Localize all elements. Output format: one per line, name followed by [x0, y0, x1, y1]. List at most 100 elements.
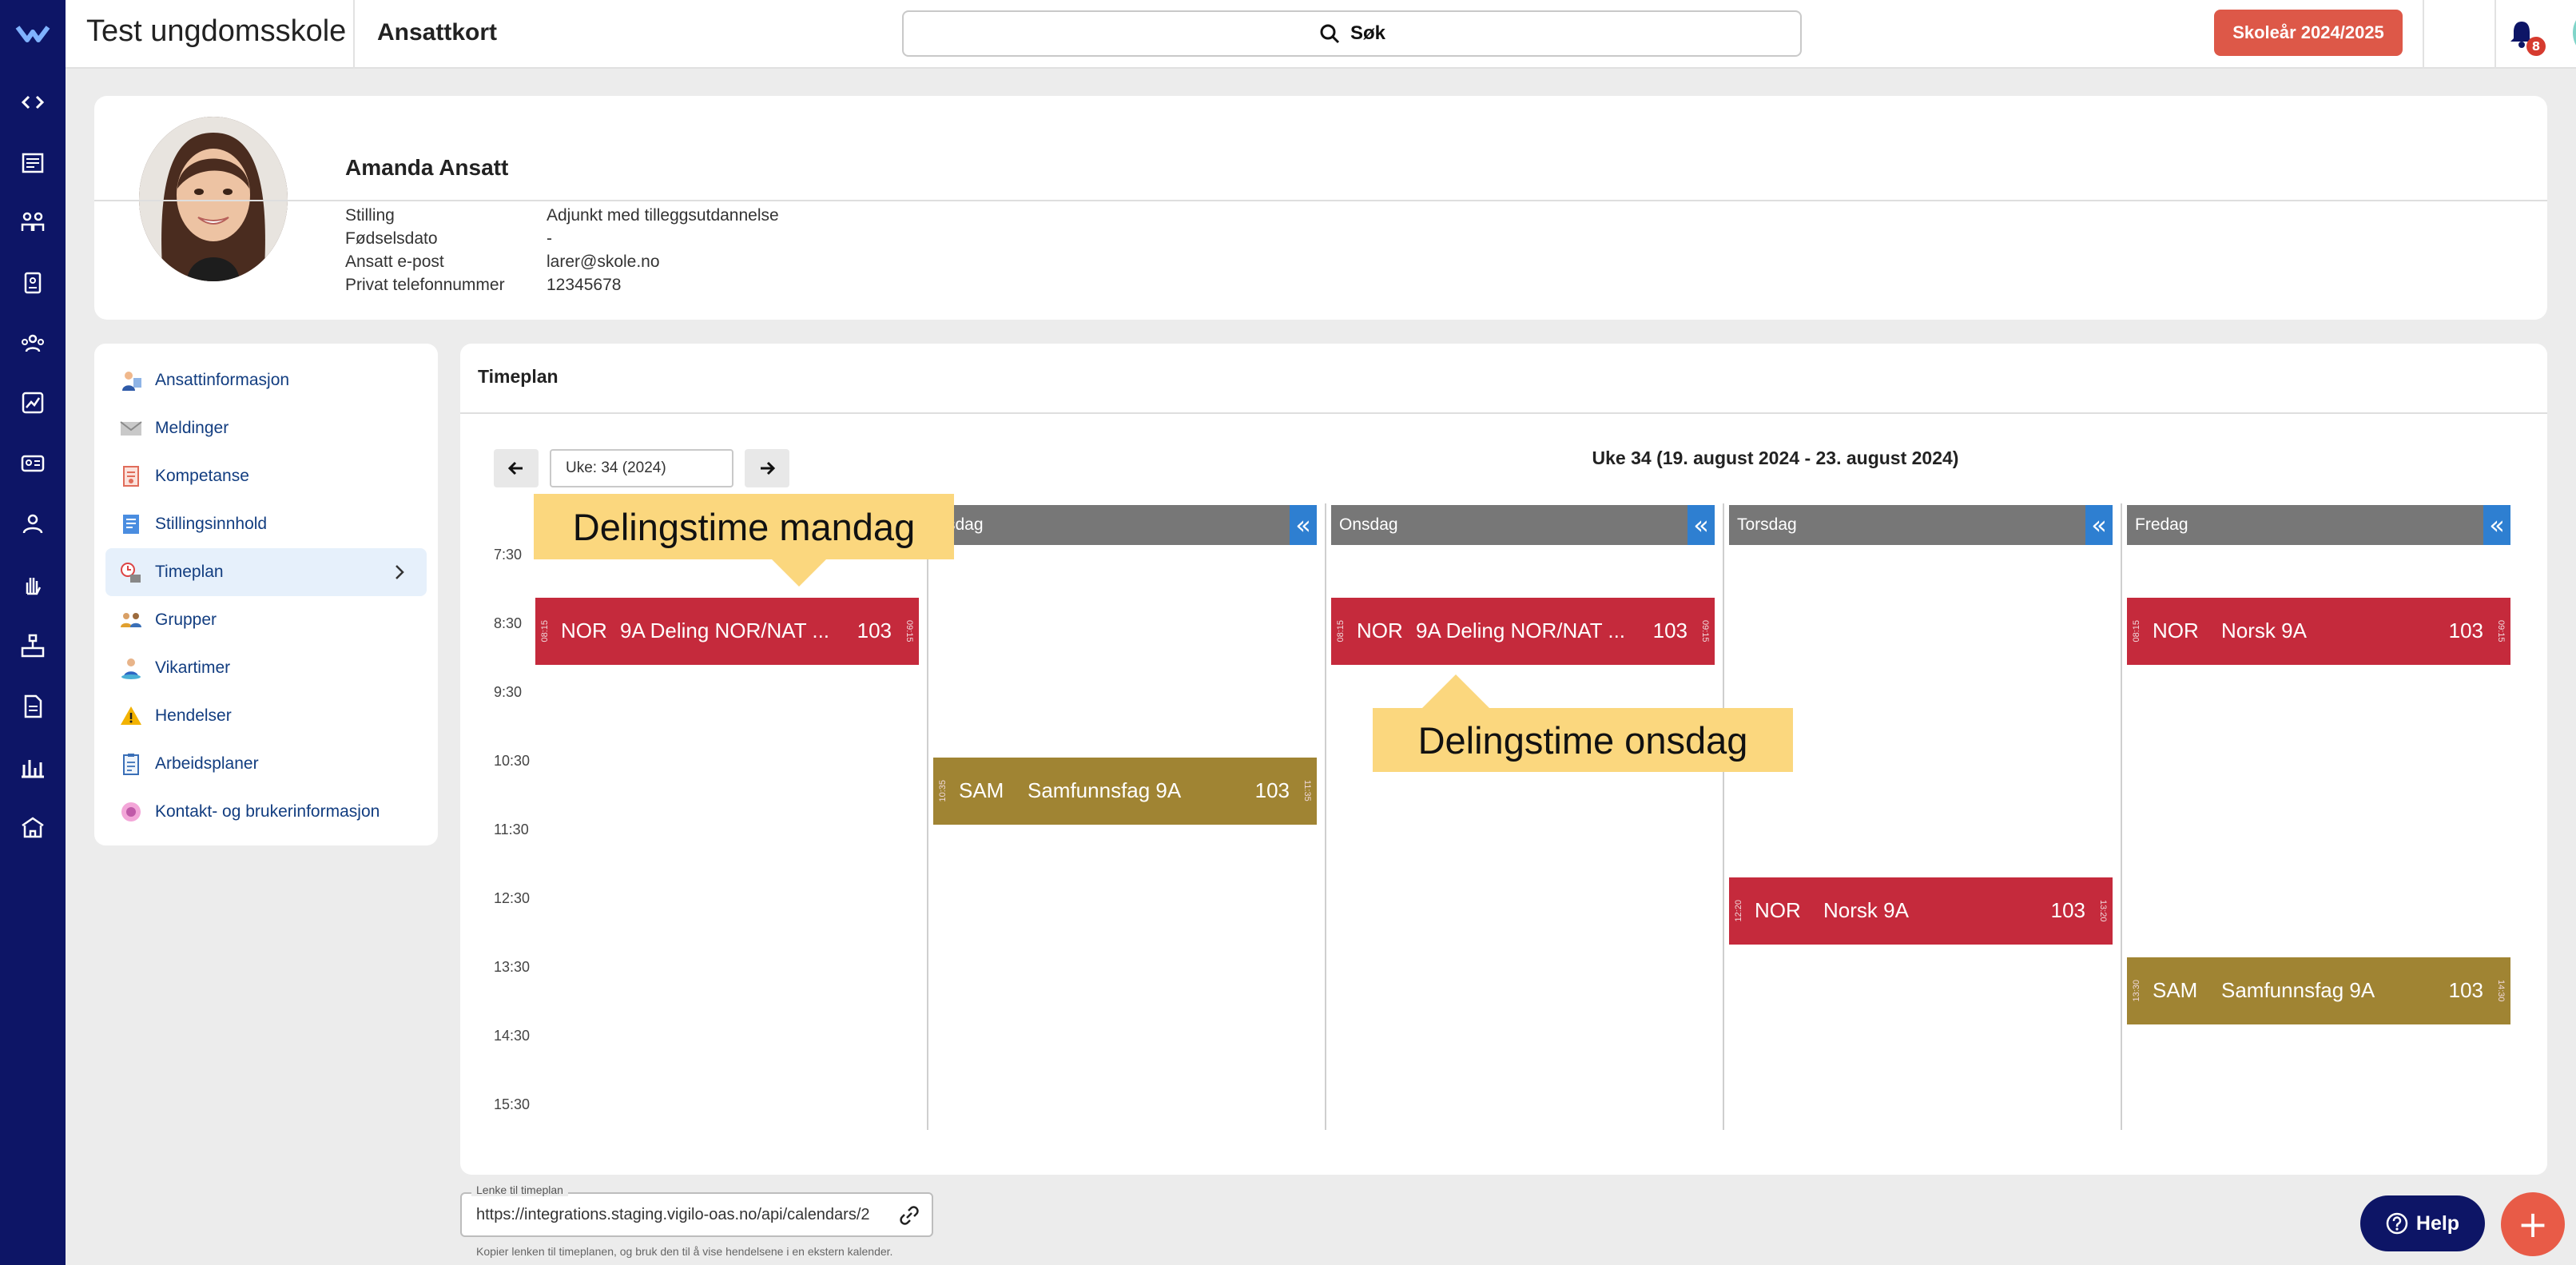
menu-item-kompetanse[interactable]: Kompetanse — [105, 452, 427, 500]
search-bar[interactable]: Søk — [902, 10, 1802, 57]
document-icon[interactable] — [17, 690, 49, 722]
profile-photo — [139, 117, 288, 281]
menu-label: Timeplan — [155, 563, 224, 581]
menu-item-timeplan[interactable]: Timeplan — [105, 548, 427, 596]
menu-item-meldinger[interactable]: Meldinger — [105, 404, 427, 452]
lesson-block[interactable]: 12:20 NOR Norsk 9A 103 13:20 — [1729, 877, 2113, 945]
lesson-end: 09:15 — [1700, 620, 1710, 642]
lesson-start: 08:15 — [2132, 620, 2141, 642]
calendar-link-value[interactable]: https://integrations.staging.vigilo-oas.… — [476, 1206, 892, 1224]
school-year-button[interactable]: Skoleår 2024/2025 — [2214, 10, 2403, 56]
field-value: larer@skole.no — [547, 253, 660, 271]
copy-link-icon[interactable] — [898, 1204, 920, 1227]
day-header-torsdag: Torsdag — [1729, 505, 2085, 545]
lesson-subject: 9A Deling NOR/NAT ... — [1416, 619, 1626, 642]
week-input[interactable]: Uke: 34 (2024) — [550, 449, 733, 487]
day-header-fredag: Fredag — [2127, 505, 2483, 545]
stats-icon[interactable] — [17, 751, 49, 783]
lesson-room: 103 — [1254, 778, 1290, 802]
column-divider — [1325, 503, 1326, 1130]
school-name[interactable]: Test ungdomsskole — [86, 14, 346, 49]
vigilo-logo-icon[interactable] — [14, 18, 51, 50]
question-icon — [2386, 1212, 2408, 1235]
previous-week-button[interactable] — [494, 449, 539, 487]
collapse-day-button[interactable]: « — [2483, 505, 2510, 545]
lesson-end: 14:30 — [2496, 980, 2506, 1002]
hand-icon[interactable] — [17, 569, 49, 601]
lesson-code: NOR — [561, 619, 607, 642]
groups-icon[interactable] — [17, 328, 49, 360]
arrow-left-icon — [507, 461, 523, 475]
students-icon[interactable] — [17, 206, 49, 238]
group-icon — [118, 607, 144, 633]
badge-icon[interactable] — [17, 267, 49, 299]
lesson-room: 103 — [2448, 978, 2483, 1002]
lesson-code: SAM — [2153, 978, 2198, 1002]
menu-item-grupper[interactable]: Grupper — [105, 596, 427, 644]
lesson-block[interactable]: 13:30 SAM Samfunnsfag 9A 103 14:30 — [2127, 957, 2510, 1024]
field-row: Privat telefonnummer 12345678 — [345, 276, 621, 295]
timeplan-card: Timeplan Uke: 34 (2024) Uke 34 (19. augu… — [460, 344, 2547, 1175]
menu-label: Arbeidsplaner — [155, 754, 259, 773]
news-icon[interactable] — [17, 147, 49, 179]
add-button[interactable]: + — [2501, 1192, 2565, 1256]
field-value: Adjunkt med tilleggsutdannelse — [547, 206, 779, 225]
menu-item-stillingsinnhold[interactable]: Stillingsinnhold — [105, 500, 427, 548]
lesson-room: 103 — [2448, 619, 2483, 642]
user-icon[interactable] — [17, 508, 49, 540]
lesson-end: 09:15 — [2496, 620, 2506, 642]
app-sidebar — [0, 0, 66, 1265]
lesson-block[interactable]: 08:15 NOR 9A Deling NOR/NAT ... 103 09:1… — [1331, 598, 1715, 665]
menu-item-kontakt[interactable]: Kontakt- og brukerinformasjon — [105, 788, 427, 836]
divider — [460, 412, 2547, 414]
menu-item-arbeidsplaner[interactable]: Arbeidsplaner — [105, 740, 427, 788]
employee-menu: Ansattinformasjon Meldinger Kompetanse S… — [94, 344, 438, 845]
field-row: Stilling Adjunkt med tilleggsutdannelse — [345, 206, 779, 225]
clipboard-icon — [118, 751, 144, 777]
menu-label: Hendelser — [155, 706, 232, 725]
calendar-link-field[interactable]: Lenke til timeplan https://integrations.… — [460, 1183, 933, 1237]
lesson-block[interactable]: 10:35 SAM Samfunnsfag 9A 103 11:35 — [933, 758, 1317, 825]
lesson-room: 103 — [2050, 898, 2085, 922]
menu-item-vikartimer[interactable]: Vikartimer — [105, 644, 427, 692]
menu-label: Ansattinformasjon — [155, 371, 290, 389]
code-icon[interactable] — [17, 86, 49, 118]
id-card-icon[interactable] — [17, 448, 49, 479]
timeplan-title: Timeplan — [478, 366, 559, 387]
time-label: 14:30 — [494, 1028, 531, 1044]
lesson-code: SAM — [959, 778, 1004, 802]
lesson-start: 12:20 — [1734, 900, 1743, 922]
building-icon[interactable] — [17, 812, 49, 844]
collapse-day-button[interactable]: « — [1290, 505, 1317, 545]
user-avatar[interactable] — [2573, 6, 2576, 59]
lesson-subject: 9A Deling NOR/NAT ... — [620, 619, 830, 642]
lesson-start: 08:15 — [540, 620, 550, 642]
lesson-subject: Norsk 9A — [2221, 619, 2307, 642]
collapse-day-button[interactable]: « — [1688, 505, 1715, 545]
search-icon — [1320, 24, 1340, 44]
field-value: 12345678 — [547, 276, 622, 294]
org-icon[interactable] — [17, 630, 49, 662]
schedule-icon — [118, 559, 144, 585]
menu-item-ansattinformasjon[interactable]: Ansattinformasjon — [105, 356, 427, 404]
next-week-button[interactable] — [745, 449, 789, 487]
collapse-day-button[interactable]: « — [2085, 505, 2113, 545]
lesson-block[interactable]: 08:15 NOR 9A Deling NOR/NAT ... 103 09:1… — [535, 598, 919, 665]
divider — [353, 0, 355, 69]
day-header-onsdag: Onsdag — [1331, 505, 1688, 545]
field-label: Stilling — [345, 206, 395, 225]
callout-pointer — [1422, 674, 1489, 708]
chart-icon[interactable] — [17, 387, 49, 419]
help-button[interactable]: Help — [2360, 1195, 2485, 1251]
lesson-block[interactable]: 08:15 NOR Norsk 9A 103 09:15 — [2127, 598, 2510, 665]
envelope-icon — [118, 416, 144, 441]
time-label: 15:30 — [494, 1096, 531, 1112]
menu-label: Vikartimer — [155, 658, 231, 677]
lesson-start: 13:30 — [2132, 980, 2141, 1002]
time-label: 11:30 — [494, 821, 529, 837]
menu-item-hendelser[interactable]: Hendelser — [105, 692, 427, 740]
callout-wednesday: Delingstime onsdag — [1373, 708, 1793, 772]
contact-icon — [118, 799, 144, 825]
substitute-icon — [118, 655, 144, 681]
field-row: Ansatt e-post larer@skole.no — [345, 253, 660, 272]
